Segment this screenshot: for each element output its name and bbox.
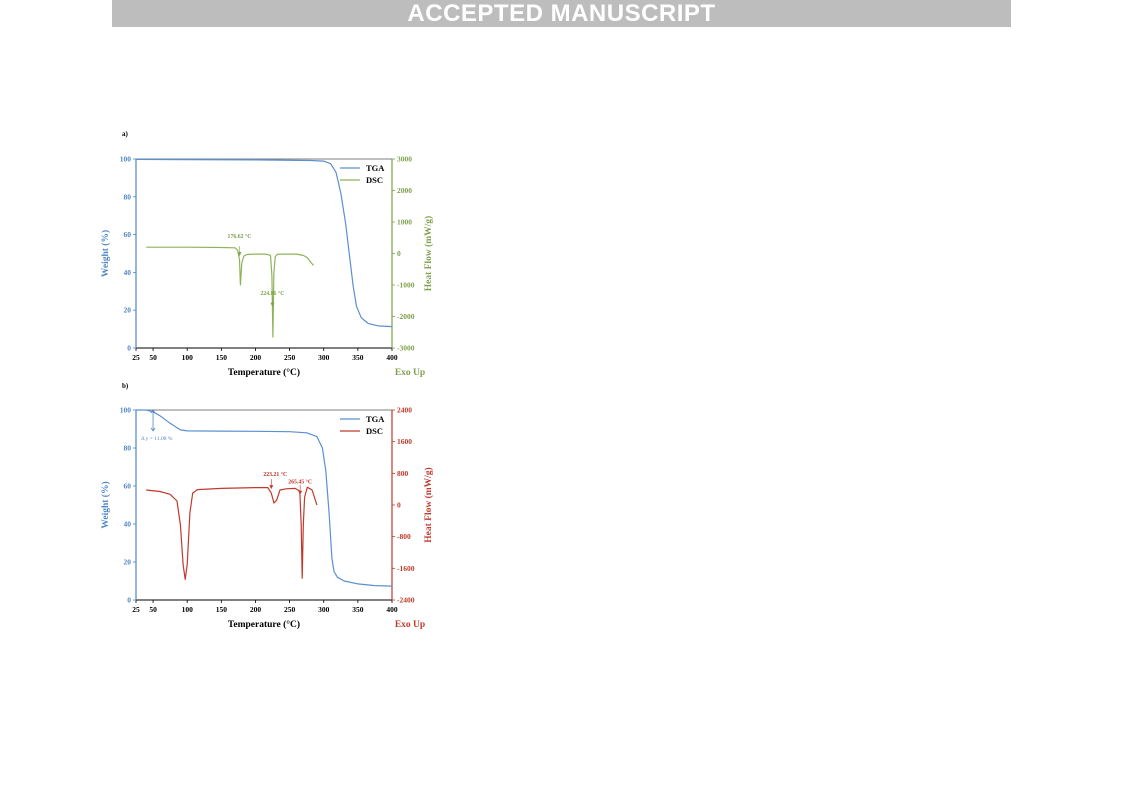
x-axis-title: Temperature (°C) (228, 619, 300, 630)
left-y-axis-title: Weight (%) (100, 230, 111, 277)
right-y-tick-label: -2000 (397, 312, 415, 321)
x-tick-label: 400 (386, 353, 398, 362)
left-y-tick-label: 80 (124, 192, 132, 201)
right-y-tick-label: 3000 (397, 155, 412, 164)
panel-label: a) (122, 130, 129, 138)
left-y-tick-label: 100 (120, 155, 132, 164)
right-y-tick-label: -2400 (397, 596, 415, 605)
x-tick-label: 250 (284, 353, 296, 362)
x-tick-label: 300 (318, 353, 330, 362)
x-axis-title: Temperature (°C) (228, 367, 300, 378)
left-y-tick-label: 20 (124, 306, 132, 315)
x-tick-label: 50 (149, 353, 157, 362)
peak-marker (269, 485, 274, 490)
right-y-tick-label: -800 (397, 532, 411, 541)
peak-marker (298, 490, 303, 495)
x-tick-label: 150 (216, 605, 228, 614)
series-line-tga (135, 158, 393, 328)
x-tick-label: 200 (250, 605, 262, 614)
x-tick-label: 350 (352, 353, 364, 362)
left-y-axis-title: Weight (%) (100, 481, 111, 528)
right-y-tick-label: 1600 (397, 437, 412, 446)
x-tick-label: 50 (149, 605, 157, 614)
right-y-tick-label: -3000 (397, 344, 415, 353)
exo-up-label: Exo Up (395, 368, 425, 378)
right-y-tick-label: 2400 (397, 406, 412, 415)
left-y-tick-label: 40 (124, 268, 132, 277)
right-y-tick-label: 0 (397, 249, 401, 258)
panel-label: b) (122, 382, 129, 390)
peak-annotation: 223.21 °C (263, 471, 287, 478)
x-tick-label: 100 (182, 605, 194, 614)
legend-label-dsc: DSC (366, 426, 383, 436)
peak-annotation: 265.45 °C (288, 479, 312, 486)
x-tick-label: 25 (132, 353, 140, 362)
series-line-dsc (146, 486, 318, 580)
left-y-tick-label: 20 (124, 558, 132, 567)
right-y-tick-label: 2000 (397, 186, 412, 195)
chart-panel-a: a) 25 50 100 150 200 250 300 350 400 0 20 40 60 80 100 -… (100, 130, 434, 378)
right-y-axis-title: Heat Flow (mW/g) (423, 467, 434, 542)
legend-label-tga: TGA (366, 163, 385, 173)
left-y-tick-label: 0 (127, 596, 131, 605)
peak-annotation: 176.62 °C (228, 233, 252, 240)
x-tick-label: 300 (318, 605, 330, 614)
left-y-tick-label: 40 (124, 520, 132, 529)
legend-label-tga: TGA (366, 414, 385, 424)
right-y-tick-label: 0 (397, 501, 401, 510)
x-tick-label: 250 (284, 605, 296, 614)
x-tick-label: 100 (182, 353, 194, 362)
right-y-tick-label: -1000 (397, 281, 415, 290)
x-tick-label: 350 (352, 605, 364, 614)
legend-label-dsc: DSC (366, 175, 383, 185)
right-y-tick-label: 800 (397, 469, 409, 478)
exo-up-label: Exo Up (395, 620, 425, 630)
right-y-tick-label: -1600 (397, 564, 415, 573)
series-line-dsc (146, 246, 314, 338)
left-y-tick-label: 80 (124, 444, 132, 453)
x-tick-label: 150 (216, 353, 228, 362)
left-y-tick-label: 100 (120, 406, 132, 415)
left-y-tick-label: 60 (124, 230, 132, 239)
left-y-tick-label: 60 (124, 482, 132, 491)
chart-panel-b: b) 25 50 100 150 200 250 300 350 400 0 20 40 60 80 100 -… (100, 382, 434, 630)
peak-annotation: 224.86 °C (260, 290, 284, 297)
right-y-tick-label: 1000 (397, 218, 412, 227)
delta-y-annotation: Δ y = 11.08 % (141, 436, 173, 442)
left-y-tick-label: 0 (127, 344, 131, 353)
x-tick-label: 400 (386, 605, 398, 614)
tga-dsc-figure: a)25 50 100 150 200 250 300 350 400020406080100-… (100, 130, 434, 630)
x-tick-label: 200 (250, 353, 262, 362)
right-y-axis-title: Heat Flow (mW/g) (423, 216, 434, 291)
x-tick-label: 25 (132, 605, 140, 614)
